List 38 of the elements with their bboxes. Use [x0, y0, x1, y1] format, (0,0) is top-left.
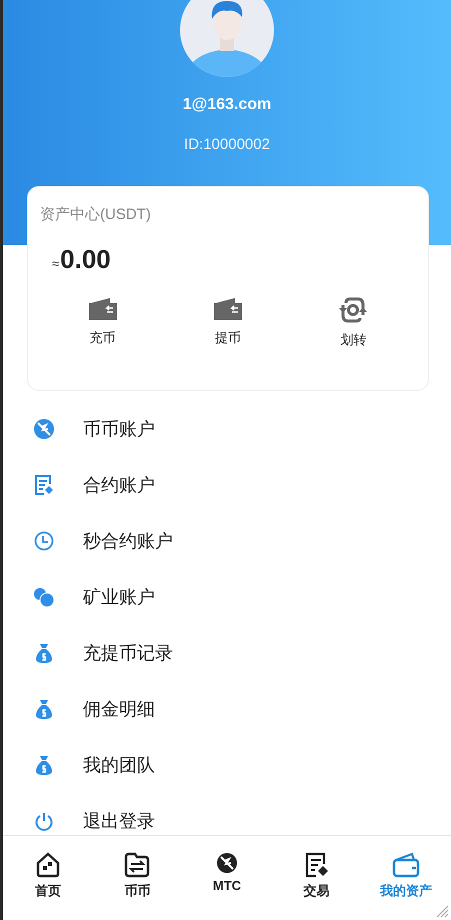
clock-icon: [34, 531, 54, 551]
coins-icon: [33, 586, 55, 608]
money-bag-icon: [35, 754, 53, 776]
account-id: ID:10000002: [184, 136, 270, 153]
rotate-icon: [338, 297, 368, 323]
tab[interactable]: 币币: [92, 836, 182, 920]
withdraw-button[interactable]: 提币: [165, 297, 291, 349]
balance-amount: 0.00: [60, 244, 111, 275]
menu-item[interactable]: 币币账户: [3, 401, 451, 457]
tab[interactable]: 首页: [3, 836, 93, 920]
power-icon: [34, 811, 54, 831]
approx-sign: ≈: [52, 256, 60, 271]
menu-item[interactable]: 退出登录: [3, 793, 451, 835]
coin-icon: [216, 852, 238, 874]
menu-item[interactable]: 佣金明细: [3, 681, 451, 737]
wallet-icon: [212, 297, 243, 321]
account-email: 1@163.com: [182, 96, 272, 114]
coin-icon: [33, 418, 55, 440]
document-icon: [34, 474, 54, 496]
money-bag-icon: [35, 698, 53, 720]
menu-item[interactable]: 充提币记录: [3, 625, 451, 681]
resize-grip-icon[interactable]: [435, 904, 449, 918]
document-icon: [304, 852, 330, 878]
tab[interactable]: 我的资产: [361, 836, 451, 920]
tab[interactable]: 交易: [272, 836, 362, 920]
wallet-icon: [392, 852, 420, 878]
home-icon: [34, 852, 61, 878]
menu-item[interactable]: 矿业账户: [3, 569, 451, 625]
wallet-icon: [88, 297, 118, 321]
card-title: 资产中心(USDT): [40, 205, 151, 224]
folder-icon: [124, 852, 150, 878]
tab[interactable]: MTC: [182, 836, 272, 920]
money-bag-icon: [35, 642, 53, 664]
menu-item[interactable]: 秒合约账户: [3, 513, 451, 569]
menu-item[interactable]: 我的团队: [3, 737, 451, 793]
deposit-button[interactable]: 充币: [40, 297, 166, 349]
transfer-button[interactable]: 划转: [290, 297, 416, 349]
menu-item[interactable]: 合约账户: [3, 457, 451, 513]
